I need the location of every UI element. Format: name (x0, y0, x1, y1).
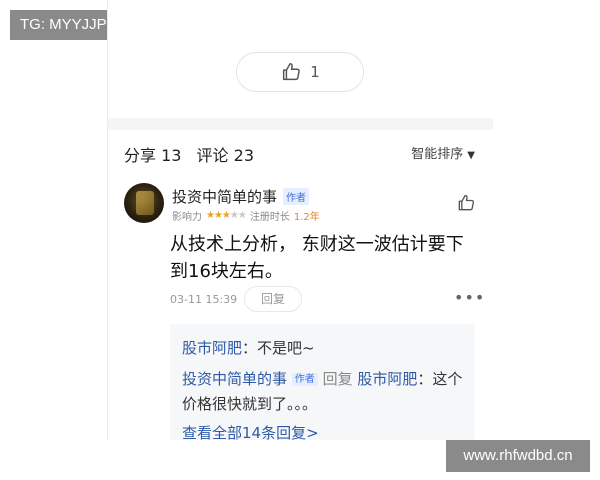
reply-text: ：不是吧~ (242, 339, 315, 357)
comment-count[interactable]: 评论 23 (197, 146, 254, 165)
reply-item[interactable]: 投资中简单的事 作者 回复 股市阿肥：这个价格很快就到了。。。 (182, 367, 467, 417)
like-button[interactable]: 1 (236, 52, 364, 92)
reply-author[interactable]: 投资中简单的事 (182, 370, 287, 388)
influence-stars: ★★★★★ (206, 210, 247, 221)
reply-target[interactable]: 股市阿肥 (357, 370, 417, 388)
reply-author[interactable]: 股市阿肥 (182, 339, 242, 357)
replies-box: 股市阿肥：不是吧~ 投资中简单的事 作者 回复 股市阿肥：这个价格很快就到了。。… (170, 324, 475, 440)
author-row: 投资中简单的事 作者 (172, 186, 310, 207)
comment-like-icon[interactable] (456, 193, 476, 213)
stats-bar: 分享 13 评论 23 (124, 142, 264, 166)
author-badge: 作者 (283, 188, 310, 205)
share-count[interactable]: 分享 13 (124, 146, 181, 165)
comment-time: 03-11 15:39 (170, 293, 238, 306)
reply-author-badge: 作者 (291, 373, 318, 386)
register-value: 1.2年 (293, 212, 320, 223)
section-separator (108, 118, 493, 130)
reply-to-label: 回复 (322, 370, 353, 388)
avatar[interactable] (124, 183, 164, 223)
sort-dropdown[interactable]: 智能排序 ▼ (411, 143, 475, 162)
view-all-replies-link[interactable]: 查看全部14条回复> (182, 422, 319, 440)
reply-item[interactable]: 股市阿肥：不是吧~ (182, 337, 315, 358)
more-options-icon[interactable]: ••• (454, 288, 485, 307)
register-label: 注册时长 (249, 212, 290, 223)
comment-panel: 1 分享 13 评论 23 智能排序 ▼ 投资中简单的事 作者 影响力 ★★★★★… (108, 0, 493, 440)
watermark: www.rhfwdbd.cn (446, 440, 590, 472)
author-name[interactable]: 投资中简单的事 (172, 186, 277, 207)
sort-label: 智能排序 (411, 147, 464, 162)
influence-label: 影响力 (172, 212, 202, 223)
like-count: 1 (310, 63, 320, 81)
comment-body: 从技术上分析， 东财这一波估计要下到16块左右。 (170, 234, 464, 282)
reply-button[interactable]: 回复 (244, 286, 302, 312)
author-meta: 影响力 ★★★★★ 注册时长 1.2年 (172, 208, 320, 223)
thumb-up-icon (283, 63, 301, 81)
caret-down-icon: ▼ (467, 150, 475, 161)
